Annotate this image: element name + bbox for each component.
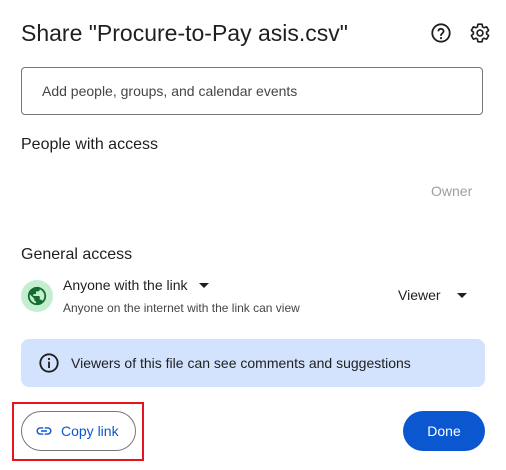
role-dropdown[interactable]: Viewer: [398, 287, 467, 303]
people-with-access-heading: People with access: [21, 136, 158, 153]
link-icon: [36, 427, 52, 435]
add-people-input[interactable]: [21, 67, 483, 115]
info-icon: [39, 353, 59, 373]
role-label: Viewer: [398, 287, 441, 303]
settings-button[interactable]: [468, 21, 492, 45]
general-access-description: Anyone on the internet with the link can…: [63, 301, 300, 315]
gear-icon: [470, 23, 490, 43]
share-dialog: Share "Procure-to-Pay asis.csv" People w…: [0, 0, 506, 470]
info-banner-text: Viewers of this file can see comments an…: [71, 355, 411, 371]
info-banner: Viewers of this file can see comments an…: [21, 339, 485, 387]
help-circle-icon: [431, 23, 451, 43]
copy-link-button[interactable]: Copy link: [21, 411, 136, 451]
globe-icon: [27, 286, 47, 306]
chevron-down-icon: [198, 282, 209, 288]
dialog-title: Share "Procure-to-Pay asis.csv": [21, 20, 348, 46]
general-access-level: Anyone with the link: [63, 277, 188, 293]
done-button[interactable]: Done: [403, 411, 485, 451]
owner-role-label: Owner: [431, 183, 473, 199]
general-access-avatar: [21, 280, 53, 312]
help-button[interactable]: [429, 21, 453, 45]
chevron-down-icon: [456, 292, 467, 298]
general-access-dropdown[interactable]: Anyone with the link: [63, 277, 209, 293]
copy-link-label: Copy link: [61, 423, 119, 439]
general-access-heading: General access: [21, 246, 133, 263]
